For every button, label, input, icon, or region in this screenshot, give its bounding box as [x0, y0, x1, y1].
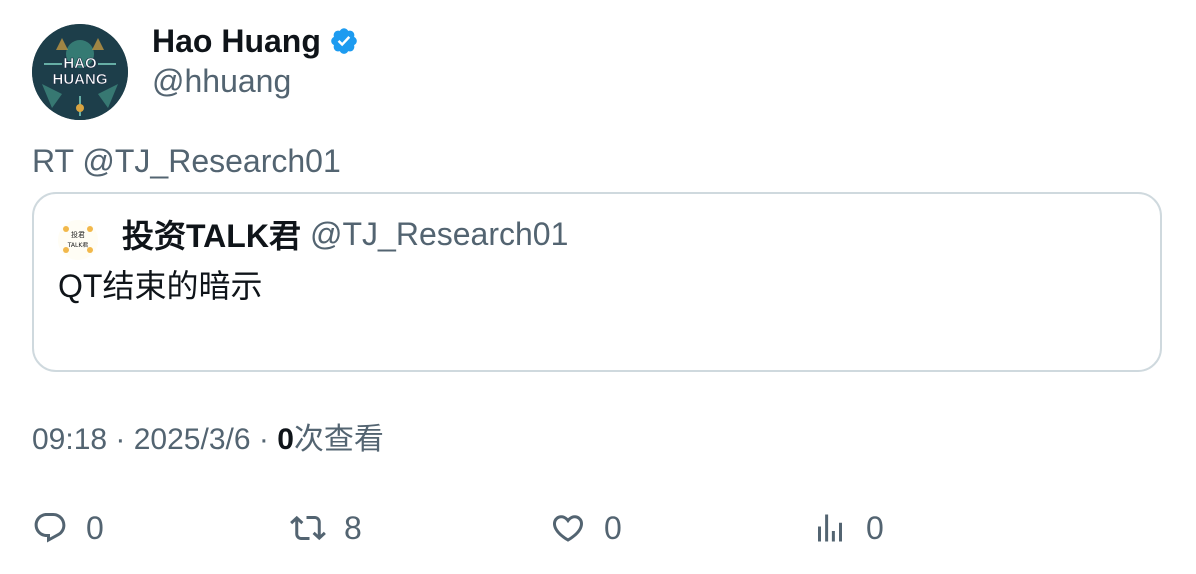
heart-icon — [552, 515, 584, 542]
retweet-icon — [290, 515, 326, 541]
views-action-count: 0 — [866, 509, 884, 546]
quoted-tweet-card[interactable]: 投君 TALK君 投资TALK君 @TJ_Research01 QT结束的暗示 — [32, 192, 1162, 372]
author-name-row[interactable]: Hao Huang — [152, 22, 359, 60]
reply-button[interactable]: 0 — [32, 506, 104, 550]
views-count: 0 — [277, 423, 294, 456]
action-bar: 0 8 0 0 — [32, 506, 1172, 550]
verified-badge-icon — [329, 26, 359, 56]
views-button[interactable]: 0 — [812, 506, 884, 550]
retweet-count: 8 — [344, 509, 362, 546]
quoted-avatar-text-1: 投君 — [71, 230, 85, 239]
avatar-text-1: HAO — [63, 55, 97, 72]
author-name[interactable]: Hao Huang — [152, 22, 321, 60]
meta-separator-2: · — [258, 423, 278, 456]
tweet-text: RT @TJ_Research01 — [32, 143, 341, 179]
avatar-text-2: HUANG — [53, 71, 108, 88]
analytics-icon — [818, 514, 842, 542]
quoted-avatar-image: 投君 TALK君 — [58, 220, 98, 260]
tweet-meta: 09:18 · 2025/3/6 · 0次查看 — [32, 420, 384, 460]
quoted-avatar[interactable]: 投君 TALK君 — [58, 220, 98, 260]
views-label: 次查看 — [293, 423, 384, 456]
reply-count: 0 — [86, 509, 104, 546]
author-handle[interactable]: @hhuang — [152, 62, 291, 100]
like-button[interactable]: 0 — [550, 506, 622, 550]
quoted-author-handle[interactable]: @TJ_Research01 — [310, 214, 568, 254]
quoted-tweet-text: QT结束的暗示 — [58, 268, 263, 304]
avatar-image: HAO HUANG — [32, 24, 128, 120]
tweet: HAO HUANG Hao Huang @hhuang RT @TJ_Resea… — [0, 0, 1196, 574]
reply-icon — [34, 513, 66, 543]
author-avatar[interactable]: HAO HUANG — [32, 24, 128, 120]
quoted-avatar-text-2: TALK君 — [67, 242, 89, 249]
meta-separator: · — [115, 423, 134, 456]
tweet-time[interactable]: 09:18 — [32, 423, 107, 456]
like-count: 0 — [604, 509, 622, 546]
retweet-button[interactable]: 8 — [290, 506, 362, 550]
tweet-date[interactable]: 2025/3/6 — [134, 423, 251, 456]
quoted-author-name[interactable]: 投资TALK君 — [122, 216, 301, 256]
